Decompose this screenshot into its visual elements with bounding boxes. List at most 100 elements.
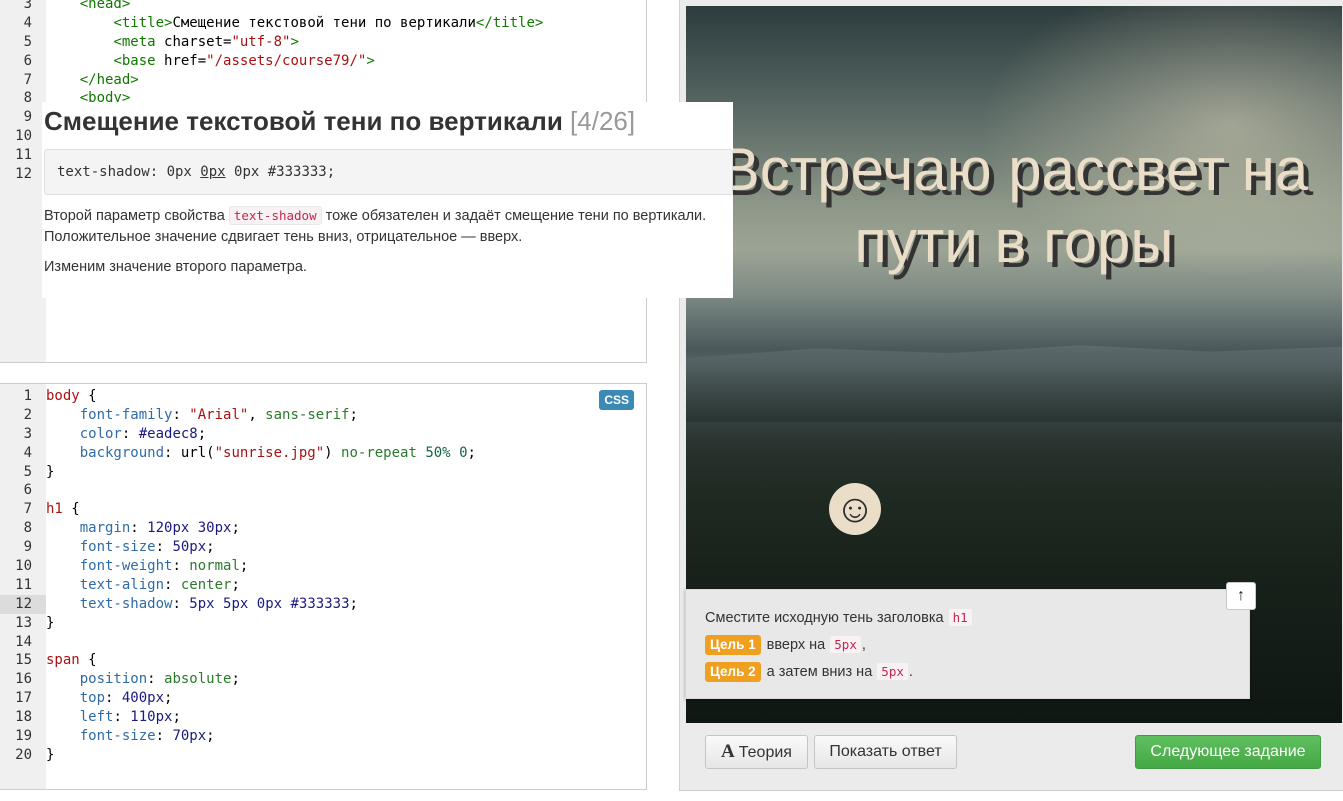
- code-text[interactable]: top: 400px;: [46, 690, 173, 706]
- line-number: 5: [23, 463, 32, 480]
- para1-code: text-shadow: [228, 206, 322, 225]
- line-number: 20: [15, 746, 32, 763]
- code-line[interactable]: 8 margin: 120px 30px;: [0, 519, 646, 538]
- line-number: 11: [15, 147, 32, 164]
- line-number: 9: [23, 539, 32, 556]
- code-line[interactable]: 7 </head>: [0, 71, 646, 90]
- code-line[interactable]: 2 font-family: "Arial", sans-serif;: [0, 406, 646, 425]
- code-line[interactable]: 5 <meta charset="utf-8">: [0, 33, 646, 52]
- goal-2-code: 5px: [876, 662, 909, 681]
- line-number: 3: [23, 0, 32, 12]
- css-editor[interactable]: CSS 1 body {2 font-family: "Arial", sans-…: [0, 383, 647, 790]
- code-text[interactable]: font-size: 50px;: [46, 539, 215, 555]
- theory-button[interactable]: A Теория: [705, 735, 808, 769]
- line-number: 7: [23, 501, 32, 518]
- code-text[interactable]: h1 {: [46, 501, 80, 517]
- goal-1-after: ,: [861, 637, 866, 653]
- code-text[interactable]: }: [46, 615, 54, 631]
- code-text[interactable]: left: 110px;: [46, 709, 181, 725]
- line-number: 13: [15, 614, 32, 631]
- smiley-icon: ☺: [829, 483, 881, 535]
- line-number: 12: [15, 595, 32, 612]
- code-text[interactable]: background: url("sunrise.jpg") no-repeat…: [46, 445, 476, 461]
- line-number: 14: [15, 633, 32, 650]
- mountain-silhouette: [686, 345, 1342, 422]
- line-number: 4: [23, 444, 32, 461]
- code-text[interactable]: font-weight: normal;: [46, 558, 249, 574]
- code-text[interactable]: span {: [46, 652, 97, 668]
- code-text[interactable]: <head>: [46, 0, 131, 12]
- code-text[interactable]: font-family: "Arial", sans-serif;: [46, 407, 358, 423]
- goal-1-text: вверх на: [766, 637, 830, 653]
- code-line[interactable]: 3 <head>: [0, 0, 646, 14]
- code-before: text-shadow: 0px: [57, 164, 201, 180]
- code-text[interactable]: <title>Смещение текстовой тени по вертик…: [46, 15, 543, 31]
- code-line[interactable]: 6 <base href="/assets/course79/">: [0, 52, 646, 71]
- code-line[interactable]: 16 position: absolute;: [0, 670, 646, 689]
- goal-2-badge: Цель 2: [705, 662, 761, 682]
- para1-before: Второй параметр свойства: [44, 208, 229, 224]
- code-text[interactable]: margin: 120px 30px;: [46, 520, 240, 536]
- code-text[interactable]: font-size: 70px;: [46, 728, 215, 744]
- code-line[interactable]: 9 font-size: 50px;: [0, 538, 646, 557]
- code-line[interactable]: 7 h1 {: [0, 500, 646, 519]
- line-number: 18: [15, 709, 32, 726]
- line-number: 12: [15, 166, 32, 183]
- line-number: 8: [23, 520, 32, 537]
- line-number: 3: [23, 425, 32, 442]
- code-line[interactable]: 5}: [0, 463, 646, 482]
- code-text[interactable]: }: [46, 747, 54, 763]
- code-line[interactable]: 6: [0, 481, 646, 500]
- code-line[interactable]: 11 text-align: center;: [0, 576, 646, 595]
- code-line[interactable]: 10 font-weight: normal;: [0, 557, 646, 576]
- preview-heading: Встречаю рассвет на пути в горы: [719, 136, 1309, 275]
- code-line[interactable]: 17 top: 400px;: [0, 689, 646, 708]
- code-line[interactable]: 13}: [0, 614, 646, 633]
- task-box: Сместите исходную тень заголовка h1 Цель…: [685, 589, 1250, 699]
- code-line[interactable]: 12 text-shadow: 5px 5px 0px #333333;: [0, 594, 646, 614]
- line-number: 8: [23, 90, 32, 107]
- css-editor-lines: 1 body {2 font-family: "Arial", sans-seri…: [0, 387, 646, 765]
- instruction-text: Сместите исходную тень заголовка: [705, 610, 948, 626]
- code-line[interactable]: 4 <title>Смещение текстовой тени по верт…: [0, 14, 646, 33]
- code-text[interactable]: }: [46, 464, 54, 480]
- code-line[interactable]: 3 color: #eadec8;: [0, 425, 646, 444]
- goal-1-code: 5px: [829, 635, 862, 654]
- next-task-button[interactable]: Следующее задание: [1135, 735, 1321, 769]
- theory-paragraph-1: Второй параметр свойства text-shadow тож…: [44, 205, 733, 248]
- collapse-arrow-up-icon[interactable]: ↑: [1226, 582, 1256, 610]
- theory-code-example: text-shadow: 0px 0px 0px #333333;: [44, 149, 733, 195]
- code-line[interactable]: 20}: [0, 746, 646, 765]
- line-number: 15: [15, 652, 32, 669]
- code-line[interactable]: 19 font-size: 70px;: [0, 727, 646, 746]
- theory-button-label: Теория: [738, 744, 792, 761]
- theory-paragraph-2: Изменим значение второго параметра.: [44, 259, 307, 275]
- line-number: 2: [23, 406, 32, 423]
- code-text[interactable]: position: absolute;: [46, 671, 240, 687]
- goal-1: Цель 1 вверх на 5px,: [705, 631, 1249, 658]
- code-line[interactable]: 1 body {: [0, 387, 646, 406]
- code-text[interactable]: <base href="/assets/course79/">: [46, 53, 374, 69]
- line-number: 16: [15, 671, 32, 688]
- line-number: 11: [15, 576, 32, 593]
- code-text[interactable]: body {: [46, 388, 97, 404]
- goal-2-text: а затем вниз на: [766, 664, 877, 680]
- line-number: 17: [15, 690, 32, 707]
- code-line[interactable]: 14: [0, 633, 646, 652]
- code-text[interactable]: </head>: [46, 72, 139, 88]
- line-number: 10: [15, 128, 32, 145]
- code-line[interactable]: 15 span {: [0, 651, 646, 670]
- show-answer-button[interactable]: Показать ответ: [814, 735, 957, 769]
- theory-popup: Смещение текстовой тени по вертикали [4/…: [42, 102, 733, 298]
- code-text[interactable]: text-align: center;: [46, 577, 240, 593]
- line-number: 6: [23, 52, 32, 69]
- code-text[interactable]: <meta charset="utf-8">: [46, 34, 298, 50]
- code-text[interactable]: text-shadow: 5px 5px 0px #333333;: [46, 596, 358, 612]
- code-highlight: 0px: [200, 164, 226, 180]
- code-text[interactable]: color: #eadec8;: [46, 426, 206, 442]
- code-line[interactable]: 4 background: url("sunrise.jpg") no-repe…: [0, 444, 646, 463]
- goal-2-after: .: [908, 664, 913, 680]
- code-line[interactable]: 18 left: 110px;: [0, 708, 646, 727]
- task-instruction: Сместите исходную тень заголовка h1: [705, 604, 1249, 631]
- line-number: 9: [23, 109, 32, 126]
